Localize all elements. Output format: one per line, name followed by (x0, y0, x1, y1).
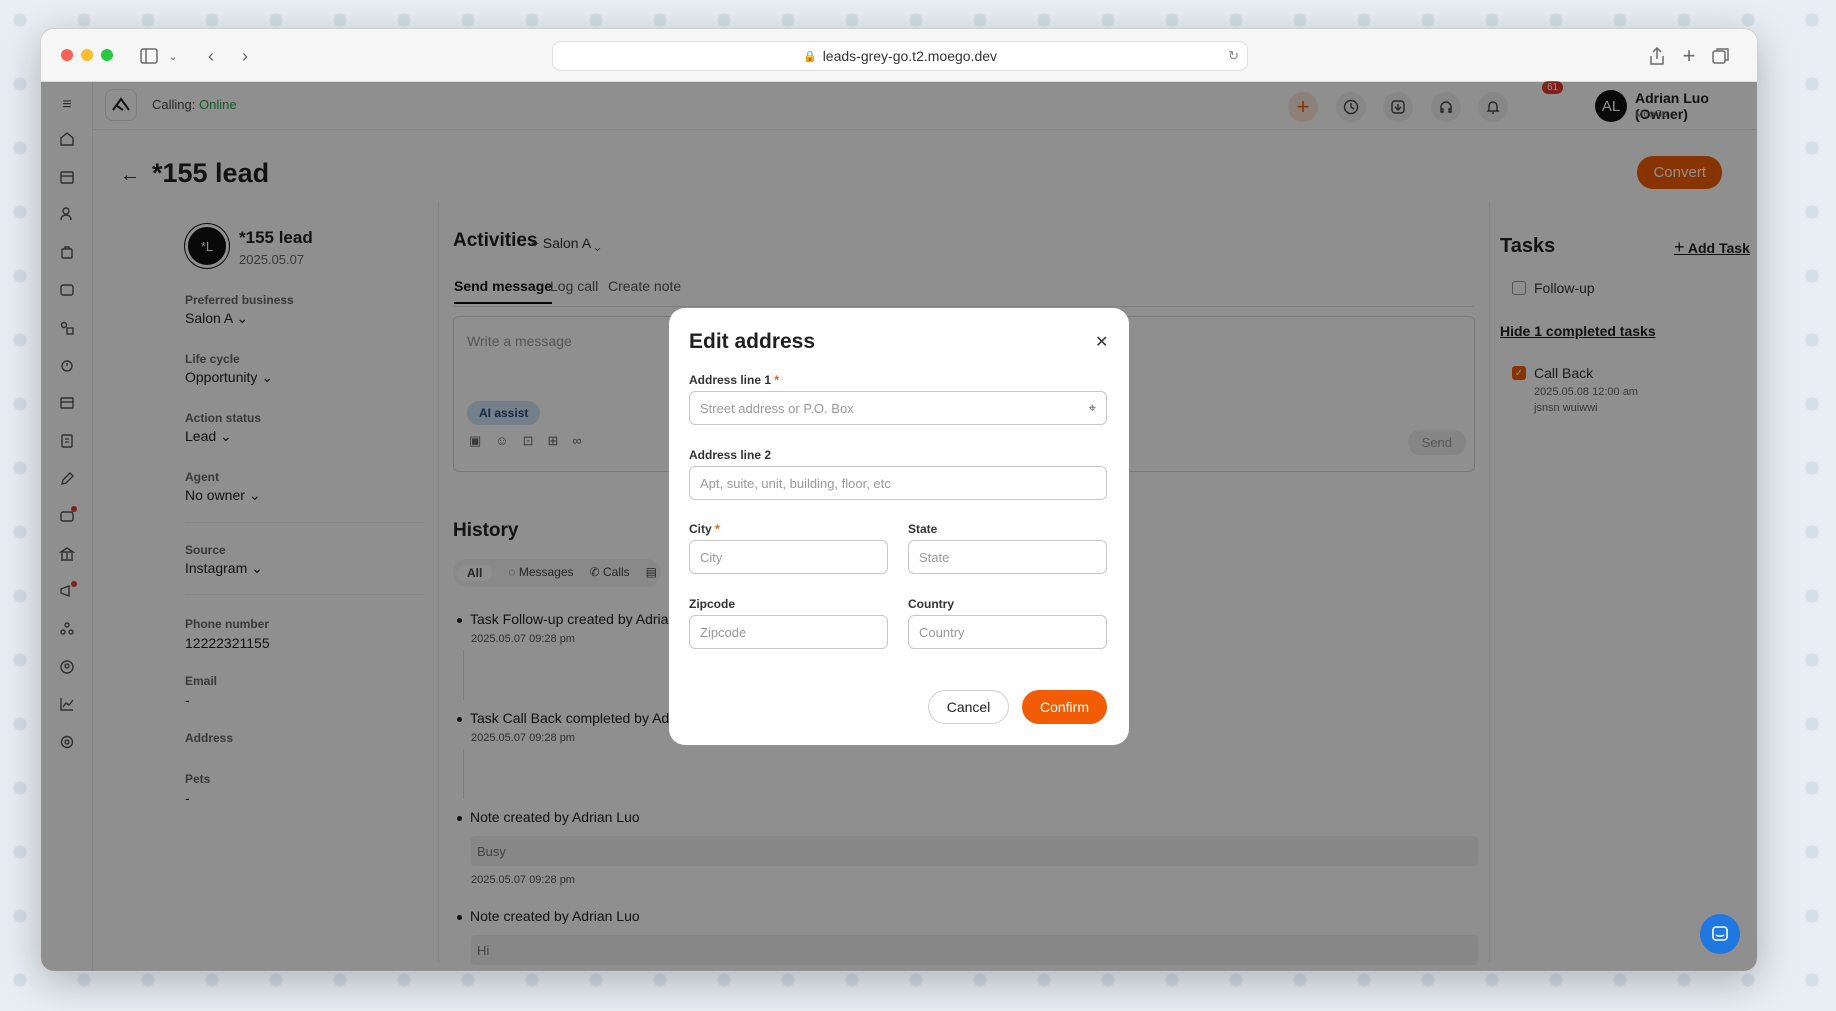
country-label: Country (908, 597, 954, 611)
state-placeholder: State (919, 550, 950, 565)
reload-icon[interactable]: ↻ (1228, 48, 1239, 64)
city-input[interactable]: City (689, 540, 888, 574)
chat-bubble-icon (1712, 926, 1728, 941)
confirm-button[interactable]: Confirm (1022, 690, 1107, 724)
address2-placeholder: Apt, suite, unit, building, floor, etc (700, 476, 891, 491)
zipcode-placeholder: Zipcode (700, 625, 747, 640)
address1-label: Address line 1 * (689, 373, 779, 387)
maximize-window-button[interactable] (101, 49, 113, 61)
tabs-overview-icon[interactable] (1709, 44, 1733, 68)
support-chat-button[interactable] (1700, 914, 1740, 954)
address2-label: Address line 2 (689, 448, 772, 462)
location-pin-icon[interactable]: ⌖ (1089, 400, 1096, 416)
close-window-button[interactable] (61, 49, 73, 61)
edit-address-modal: Edit address ✕ Address line 1 * Street a… (669, 308, 1129, 745)
required-marker: * (774, 373, 780, 387)
city-placeholder: City (700, 550, 723, 565)
address1-input[interactable]: Street address or P.O. Box ⌖ (689, 391, 1107, 425)
required-marker: * (715, 522, 720, 536)
back-nav-icon[interactable]: ‹ (199, 44, 223, 68)
address2-input[interactable]: Apt, suite, unit, building, floor, etc (689, 466, 1107, 500)
zipcode-input[interactable]: Zipcode (689, 615, 888, 649)
close-icon[interactable]: ✕ (1095, 332, 1108, 352)
cancel-button[interactable]: Cancel (928, 690, 1009, 724)
address1-label-text: Address line 1 (689, 373, 772, 387)
sidebar-toggle-icon[interactable] (137, 44, 161, 68)
browser-toolbar: ⌄ ‹ › 🔒 leads-grey-go.t2.moego.dev ↻ + (41, 29, 1757, 82)
state-input[interactable]: State (908, 540, 1107, 574)
share-icon[interactable] (1645, 44, 1669, 68)
country-input[interactable]: Country (908, 615, 1107, 649)
forward-nav-icon[interactable]: › (233, 44, 257, 68)
minimize-window-button[interactable] (81, 49, 93, 61)
address-bar[interactable]: 🔒 leads-grey-go.t2.moego.dev ↻ (552, 41, 1248, 71)
address1-placeholder: Street address or P.O. Box (700, 401, 854, 416)
country-placeholder: Country (919, 625, 965, 640)
url-text: leads-grey-go.t2.moego.dev (822, 48, 998, 64)
lock-icon: 🔒 (802, 50, 817, 63)
modal-title: Edit address (689, 330, 816, 353)
city-label-text: City (689, 522, 712, 536)
state-label: State (908, 522, 938, 536)
chevron-down-icon[interactable]: ⌄ (161, 44, 185, 68)
zipcode-label: Zipcode (689, 597, 736, 611)
city-label: City * (689, 522, 720, 536)
new-tab-icon[interactable]: + (1677, 43, 1701, 68)
